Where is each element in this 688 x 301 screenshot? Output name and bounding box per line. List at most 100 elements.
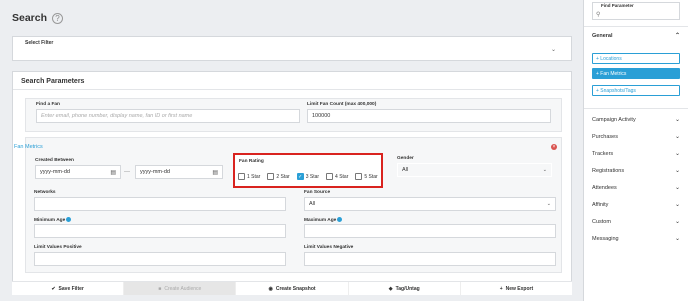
- new-export-label: New Export: [505, 285, 534, 292]
- created-to-input[interactable]: yyyy-mm-dd ▤: [135, 165, 223, 179]
- chevron-down-icon: ⌄: [674, 236, 680, 242]
- divider: [584, 26, 688, 27]
- main-content: Search ? Select Filter ⌄ Search Paramete…: [0, 0, 583, 301]
- help-icon[interactable]: ?: [52, 12, 64, 24]
- category-label: Attendees: [592, 185, 617, 191]
- checkbox[interactable]: [267, 173, 275, 180]
- category-label: Registrations: [592, 168, 625, 174]
- camera-icon: ◉: [268, 285, 273, 292]
- rating-option-5[interactable]: 5 Star: [355, 173, 378, 180]
- sidebar-item-snapshots-tags[interactable]: + Snapshots/Tags: [592, 85, 680, 96]
- limit-fan-count-input[interactable]: 100000: [307, 109, 551, 123]
- category-label: Custom: [592, 219, 611, 225]
- save-filter-button[interactable]: ✔ Save Filter: [12, 282, 125, 295]
- new-export-button[interactable]: + New Export: [461, 282, 572, 295]
- info-icon[interactable]: [337, 217, 343, 222]
- minimum-age-label: Minimum Age: [34, 217, 72, 223]
- create-audience-label: Create Audience: [164, 285, 202, 292]
- save-filter-label: Save Filter: [58, 285, 84, 292]
- chevron-down-icon: ⌄: [674, 202, 680, 208]
- category-affinity[interactable]: Affinity ⌄: [592, 202, 680, 208]
- fan-source-value: All: [309, 201, 316, 207]
- checkbox-checked[interactable]: ✓: [296, 173, 304, 180]
- fan-rating-group: Fan Rating 1 Star 2 Star ✓ 3 Star 4 Star …: [233, 153, 383, 188]
- plus-icon: +: [499, 285, 503, 292]
- rating-option-label: 2 Star: [276, 173, 290, 180]
- category-attendees[interactable]: Attendees ⌄: [592, 185, 680, 191]
- category-purchases[interactable]: Purchases ⌄: [592, 134, 680, 140]
- fan-source-select[interactable]: All ⌄: [304, 197, 556, 211]
- checkbox[interactable]: [355, 173, 363, 180]
- category-campaign-activity[interactable]: Campaign Activity ⌄: [592, 117, 680, 123]
- networks-label: Networks: [34, 190, 56, 195]
- limit-values-positive-label: Limit Values Positive: [34, 245, 82, 250]
- maximum-age-input[interactable]: [304, 224, 556, 238]
- rating-option-label: 3 Star: [305, 173, 320, 180]
- create-audience-button[interactable]: ■ Create Audience: [124, 282, 237, 295]
- created-between-label: Created Between: [35, 158, 74, 163]
- rating-option-2[interactable]: 2 Star: [267, 173, 290, 180]
- find-fan-label: Find a Fan: [36, 102, 60, 107]
- date-separator: —: [124, 169, 130, 175]
- category-messaging[interactable]: Messaging ⌄: [592, 236, 680, 242]
- find-fan-input[interactable]: Enter email, phone number, display name,…: [36, 109, 300, 123]
- close-icon[interactable]: ×: [551, 144, 557, 150]
- create-snapshot-label: Create Snapshot: [275, 285, 316, 292]
- tag-untag-button[interactable]: ◆ Tag/Untag: [349, 282, 461, 295]
- chevron-down-icon: ⌄: [674, 134, 680, 140]
- create-snapshot-button[interactable]: ◉ Create Snapshot: [236, 282, 349, 295]
- category-registrations[interactable]: Registrations ⌄: [592, 168, 680, 174]
- category-custom[interactable]: Custom ⌄: [592, 219, 680, 225]
- find-parameter-input[interactable]: Find Parameter ⚲: [592, 2, 680, 20]
- chevron-down-icon: ⌄: [674, 219, 680, 225]
- rating-option-3[interactable]: ✓ 3 Star: [296, 173, 320, 180]
- audience-icon: ■: [158, 285, 162, 292]
- gender-value: All: [402, 167, 409, 173]
- checkbox[interactable]: [238, 173, 245, 180]
- category-trackers[interactable]: Trackers ⌄: [592, 151, 680, 157]
- info-icon[interactable]: [66, 217, 72, 222]
- networks-input[interactable]: [34, 197, 286, 211]
- calendar-icon[interactable]: ▤: [110, 169, 116, 176]
- rating-option-label: 1 Star: [247, 173, 261, 180]
- divider: [584, 108, 688, 109]
- page-title: Search: [12, 12, 48, 24]
- save-icon: ✔: [51, 285, 56, 292]
- gender-label: Gender: [397, 156, 414, 161]
- rating-option-label: 5 Star: [364, 173, 378, 180]
- chevron-down-icon: ⌄: [674, 117, 680, 123]
- limit-values-negative-label: Limit Values Negative: [304, 245, 354, 250]
- category-label: Purchases: [592, 134, 618, 140]
- created-from-value: yyyy-mm-dd: [40, 169, 70, 175]
- checkbox[interactable]: [326, 173, 334, 180]
- search-parameters-title: Search Parameters: [13, 72, 571, 90]
- rating-option-4[interactable]: 4 Star: [326, 173, 348, 180]
- gender-select[interactable]: All ⌄: [397, 163, 552, 177]
- chevron-down-icon: ⌄: [546, 201, 551, 207]
- search-icon: ⚲: [596, 12, 601, 18]
- fan-metrics-title: Fan Metrics: [14, 144, 43, 150]
- sidebar-item-fan-metrics[interactable]: + Fan Metrics: [592, 68, 680, 79]
- minimum-age-input[interactable]: [34, 224, 286, 238]
- rating-option-label: 4 Star: [335, 173, 349, 180]
- select-filter-dropdown[interactable]: Select Filter ⌄: [12, 36, 572, 61]
- maximum-age-label: Maximum Age: [304, 217, 343, 223]
- limit-values-positive-input[interactable]: [34, 252, 286, 266]
- select-filter-label: Select Filter: [25, 40, 54, 46]
- chevron-down-icon: ⌄: [542, 167, 547, 173]
- sidebar-item-locations[interactable]: + Locations: [592, 53, 680, 64]
- calendar-icon[interactable]: ▤: [212, 169, 218, 176]
- category-label: Messaging: [592, 236, 619, 242]
- fan-source-label: Fan Source: [304, 190, 331, 195]
- tag-icon: ◆: [388, 285, 393, 292]
- find-fan-section: Find a Fan Enter email, phone number, di…: [25, 98, 562, 132]
- created-to-value: yyyy-mm-dd: [140, 169, 170, 175]
- group-general[interactable]: General ⌃: [592, 33, 680, 39]
- category-label: Affinity: [592, 202, 609, 208]
- fan-rating-options: 1 Star 2 Star ✓ 3 Star 4 Star 5 Star: [238, 173, 378, 180]
- chevron-down-icon: ⌄: [674, 151, 680, 157]
- rating-option-1[interactable]: 1 Star: [238, 173, 260, 180]
- group-general-label: General: [592, 33, 613, 39]
- limit-values-negative-input[interactable]: [304, 252, 556, 266]
- created-from-input[interactable]: yyyy-mm-dd ▤: [35, 165, 121, 179]
